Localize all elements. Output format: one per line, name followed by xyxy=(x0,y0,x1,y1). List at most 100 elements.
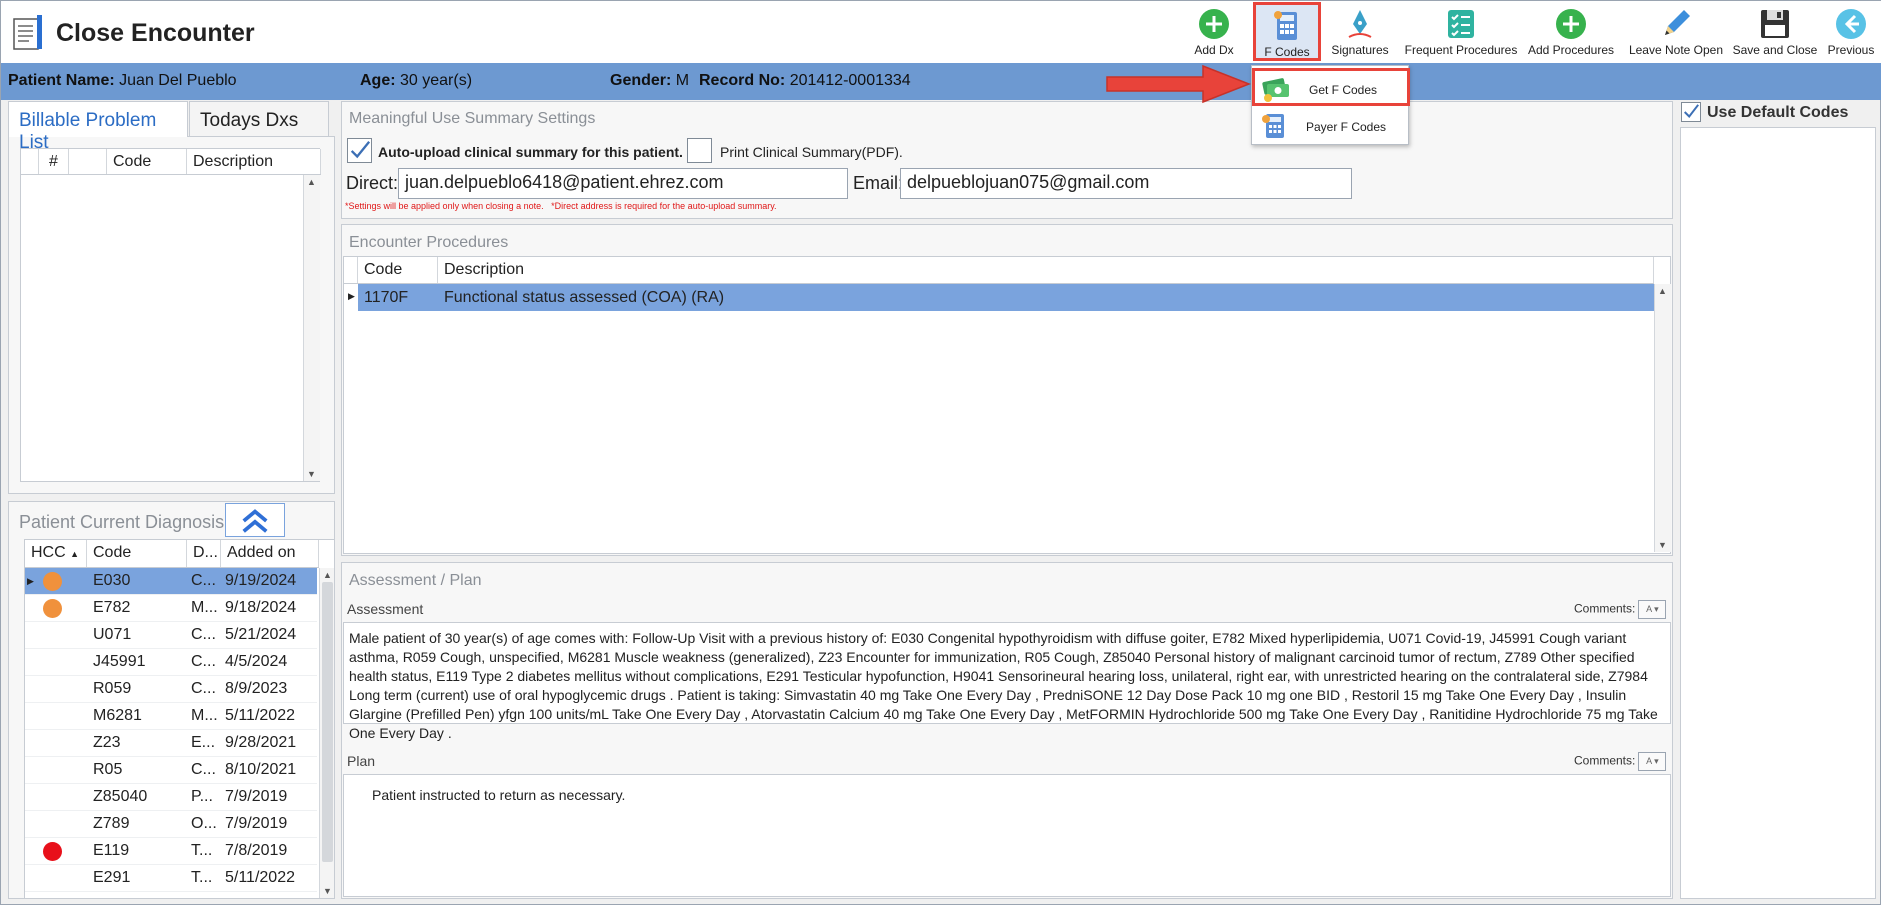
hcc-indicator-icon xyxy=(43,842,62,861)
add-procedures-button[interactable]: Add Procedures xyxy=(1525,3,1617,61)
dx-description: E... xyxy=(191,734,216,751)
col-added-on[interactable]: Added on xyxy=(221,540,319,567)
scroll-up-icon[interactable]: ▲ xyxy=(323,570,332,580)
scroll-down-icon[interactable]: ▼ xyxy=(307,469,316,479)
double-chevron-up-icon xyxy=(242,509,268,533)
procedures-scrollbar[interactable]: ▲ ▼ xyxy=(1654,284,1671,552)
current-dx-scrollbar[interactable]: ▲ ▼ xyxy=(319,568,334,898)
use-default-codes-checkbox[interactable] xyxy=(1681,102,1701,122)
dx-description: T... xyxy=(191,842,213,859)
direct-address-input[interactable]: juan.delpueblo6418@patient.ehrez.com xyxy=(398,168,848,199)
pencil-icon xyxy=(1665,10,1690,35)
f-codes-button[interactable]: F Codes xyxy=(1253,2,1321,61)
table-row[interactable]: E782 M... 9/18/2024 xyxy=(25,595,317,622)
scroll-down-icon[interactable]: ▼ xyxy=(1658,540,1667,550)
table-row[interactable]: U071 C... 5/21/2024 xyxy=(25,622,317,649)
plus-circle-icon xyxy=(1199,9,1229,39)
col-description[interactable]: D... xyxy=(187,540,221,567)
use-default-codes-label: Use Default Codes xyxy=(1707,104,1849,121)
get-f-codes-menu-item[interactable]: Get F Codes xyxy=(1252,68,1410,106)
tab-billable-problem-list[interactable]: Billable Problem List xyxy=(8,101,188,153)
collapse-button[interactable] xyxy=(225,503,285,537)
money-icon xyxy=(1262,78,1289,102)
default-codes-list xyxy=(1680,127,1876,899)
plan-label: Plan xyxy=(347,753,376,769)
dx-code: U071 xyxy=(93,626,132,643)
billable-panel: # Code Description ▲ ▼ xyxy=(8,136,335,494)
table-row[interactable]: ▶ E030 C... 9/19/2024 xyxy=(25,568,317,595)
auto-upload-checkbox[interactable] xyxy=(347,138,372,163)
table-row[interactable]: Z23 E... 9/28/2021 xyxy=(25,730,317,757)
scroll-down-icon[interactable]: ▼ xyxy=(323,886,332,896)
add-dx-button[interactable]: Add Dx xyxy=(1184,3,1244,61)
current-diagnosis-title: Patient Current Diagnosis xyxy=(19,512,225,532)
email-input[interactable]: delpueblojuan075@gmail.com xyxy=(900,168,1352,199)
table-row[interactable]: ▶ 1170F Functional status assessed (COA)… xyxy=(344,284,1654,311)
current-dx-rows: ▶ E030 C... 9/19/2024 E782 M... 9/18/2024 U071 C… xyxy=(25,568,319,898)
dx-description: C... xyxy=(191,761,216,778)
table-row[interactable]: M6281 M... 5/11/2022 xyxy=(25,703,317,730)
encounter-procedures-panel: Encounter Procedures Code Description ▶ … xyxy=(341,224,1673,556)
col-code[interactable]: Code xyxy=(358,257,438,283)
col-description[interactable]: Description xyxy=(438,257,1654,283)
dx-code: Z789 xyxy=(93,815,130,832)
frequent-procedures-button[interactable]: Frequent Procedures xyxy=(1403,3,1519,61)
close-encounter-window: Close Encounter Add Dx F Codes Signature… xyxy=(0,0,1881,905)
leave-note-open-button[interactable]: Leave Note Open xyxy=(1625,3,1727,61)
billable-grid-header: # Code Description xyxy=(21,149,321,175)
direct-label: Direct: xyxy=(346,173,399,193)
procedure-code: 1170F xyxy=(364,289,409,306)
scroll-up-icon[interactable]: ▲ xyxy=(1658,286,1667,296)
plan-text[interactable]: Patient instructed to return as necessar… xyxy=(343,774,1671,897)
col-hcc[interactable]: HCC ▲ xyxy=(25,540,87,567)
dx-code: J45991 xyxy=(93,653,146,670)
dx-description: O... xyxy=(191,815,217,832)
col-description[interactable]: Description xyxy=(187,149,321,174)
red-arrow-icon xyxy=(1106,64,1252,104)
dx-code: E782 xyxy=(93,599,131,616)
patient-record-number: Record No: 201412-0001334 xyxy=(699,72,911,89)
patient-info-bar: Patient Name: Juan Del Pueblo Age: 30 ye… xyxy=(1,63,1881,100)
comments-dropdown[interactable]: A ▾ xyxy=(1638,752,1667,771)
tab-todays-dxs[interactable]: Todays Dxs xyxy=(189,101,329,137)
dx-description: C... xyxy=(191,626,216,643)
table-row[interactable]: R05 C... 8/10/2021 xyxy=(25,757,317,784)
dx-description: C... xyxy=(191,572,216,589)
assessment-plan-panel: Assessment / Plan Assessment Comments: A … xyxy=(341,562,1673,899)
payer-f-codes-menu-item[interactable]: Payer F Codes xyxy=(1252,108,1410,146)
print-summary-checkbox[interactable] xyxy=(687,138,712,163)
signatures-button[interactable]: Signatures xyxy=(1327,3,1393,61)
dx-code: E030 xyxy=(93,572,131,589)
assessment-comments: Comments: A ▾ xyxy=(1574,600,1667,619)
dx-code: M6281 xyxy=(93,707,142,724)
hcc-indicator-icon xyxy=(43,572,62,591)
previous-button[interactable]: Previous xyxy=(1823,3,1879,61)
meaningful-use-panel: Meaningful Use Summary Settings Auto-upl… xyxy=(341,101,1673,219)
dx-added-on: 9/18/2024 xyxy=(225,599,297,616)
table-row[interactable]: R059 C... 8/9/2023 xyxy=(25,676,317,703)
assessment-text[interactable]: Male patient of 30 year(s) of age comes … xyxy=(343,622,1671,741)
col-code[interactable]: Code xyxy=(107,149,187,174)
scroll-thumb[interactable] xyxy=(322,582,333,862)
dx-description: M... xyxy=(191,707,218,724)
table-row[interactable]: Z85040 P... 7/9/2019 xyxy=(25,784,317,811)
table-row[interactable]: Z789 O... 7/9/2019 xyxy=(25,811,317,838)
encounter-procedures-title: Encounter Procedures xyxy=(349,234,509,251)
pen-nib-icon xyxy=(1348,10,1372,38)
table-row[interactable]: E291 T... 5/11/2022 xyxy=(25,865,317,892)
table-row[interactable]: E119 T... 7/8/2019 xyxy=(25,838,317,865)
window-title: Close Encounter xyxy=(56,19,255,47)
billable-grid: # Code Description ▲ ▼ xyxy=(20,148,321,482)
dx-added-on: 7/8/2019 xyxy=(225,842,288,859)
col-code[interactable]: Code xyxy=(87,540,187,567)
dx-code: Z85040 xyxy=(93,788,148,805)
comments-dropdown[interactable]: A ▾ xyxy=(1638,600,1667,619)
calculator-icon xyxy=(1262,114,1284,138)
calculator-icon xyxy=(1274,11,1297,40)
current-dx-header: HCC ▲ Code D... Added on xyxy=(25,540,319,568)
table-row[interactable]: J45991 C... 4/5/2024 xyxy=(25,649,317,676)
save-and-close-button[interactable]: Save and Close xyxy=(1731,3,1819,61)
billable-scrollbar[interactable]: ▲ ▼ xyxy=(303,175,320,481)
meaningful-use-title: Meaningful Use Summary Settings xyxy=(349,110,596,127)
scroll-up-icon[interactable]: ▲ xyxy=(307,177,316,187)
